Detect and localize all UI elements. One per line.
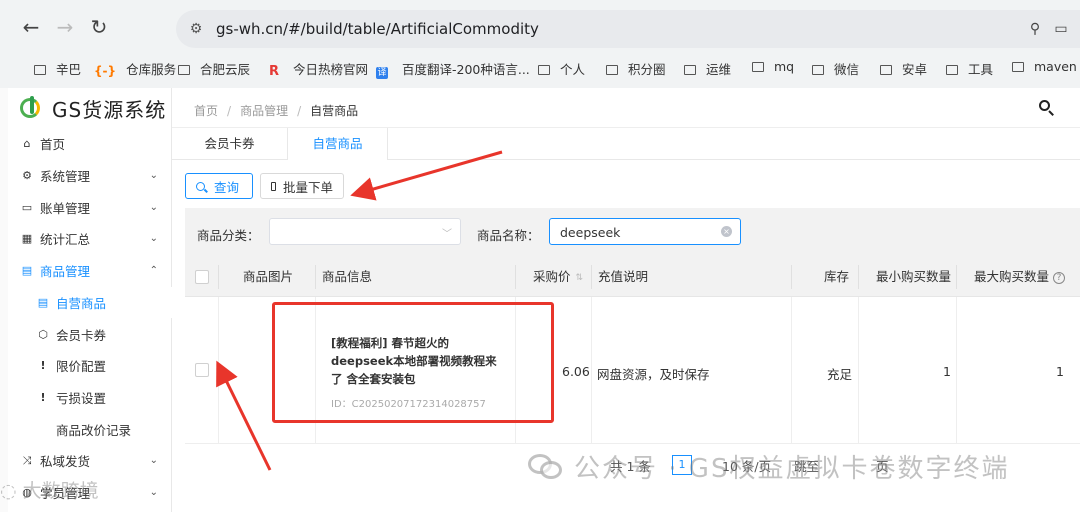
corner-watermark: ◌ 大数跨境 bbox=[0, 480, 99, 502]
annotation-arrows bbox=[216, 150, 503, 471]
arrow-to-row-checkbox bbox=[216, 360, 272, 471]
arrow-to-batch-button bbox=[350, 150, 503, 201]
wechat-icon bbox=[528, 454, 564, 480]
watermark: 公众号 · GS权益虚拟卡卷数字终端 bbox=[528, 448, 1009, 485]
logo-watermark-icon: ◌ bbox=[0, 480, 17, 502]
